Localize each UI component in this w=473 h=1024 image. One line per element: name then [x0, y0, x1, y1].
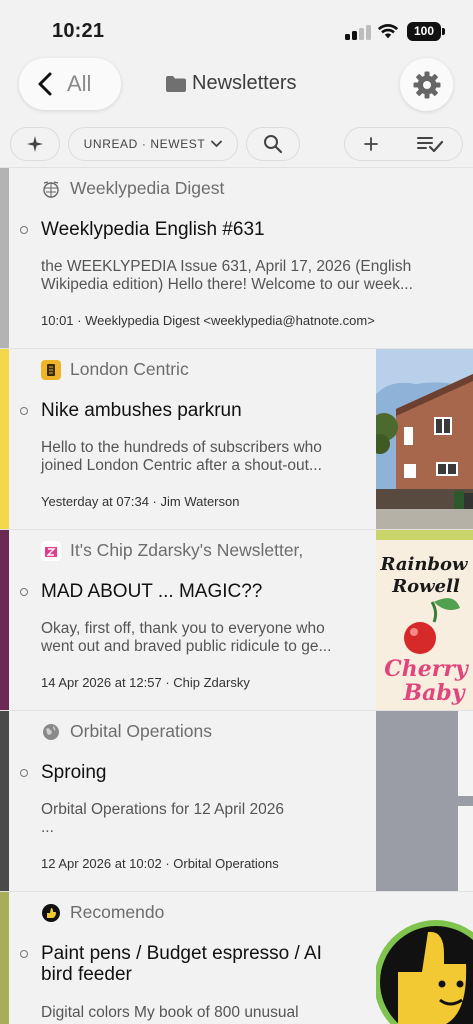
page-title-text: Newsletters — [192, 72, 297, 94]
page-title: Newsletters — [166, 72, 296, 95]
book-cover-author-word: Rowell — [391, 576, 460, 597]
item-title: Paint pens / Budget espresso / AI bird f… — [41, 943, 371, 985]
globe-icon — [41, 722, 61, 742]
back-button[interactable]: All — [19, 58, 121, 110]
wifi-icon — [377, 24, 399, 39]
chevron-down-icon — [211, 140, 223, 148]
item-source-name: Recomendo — [70, 902, 165, 922]
search-icon — [264, 135, 283, 154]
item-thumbnail-graphic — [376, 711, 473, 891]
list-item[interactable]: Weeklypedia Digest Weeklypedia English #… — [0, 167, 473, 348]
item-snippet-line: Orbital Operations for 12 April 2026 — [41, 801, 284, 818]
item-snippet-line: ... — [41, 819, 54, 836]
item-title: Nike ambushes parkrun — [41, 400, 242, 421]
item-title: Weeklypedia English #631 — [41, 219, 265, 240]
item-meta: Yesterday at 07:34 · Jim Waterson — [41, 494, 240, 509]
gear-icon — [413, 71, 440, 98]
item-source-name: It's Chip Zdarsky's Newsletter, — [70, 540, 304, 560]
cellular-signal-icon — [345, 24, 371, 40]
unread-indicator — [20, 588, 28, 596]
item-source-name: Orbital Operations — [70, 721, 213, 741]
item-title-line: Paint pens / Budget espresso / AI — [41, 943, 322, 964]
item-title-line: bird feeder — [41, 964, 132, 985]
source-color-bar — [0, 530, 9, 710]
item-snippet-line: went out and braved public ridicule to g… — [41, 638, 332, 655]
source-color-bar — [0, 168, 9, 348]
item-snippet: Digital colors My book of 800 unusual — [41, 1004, 371, 1022]
item-snippet-line: Okay, first off, thank you to everyone w… — [41, 620, 325, 637]
item-snippet-line: Digital colors My book of 800 unusual — [41, 1004, 299, 1021]
source-color-bar — [0, 349, 9, 529]
weeklypedia-logo-icon — [41, 179, 61, 199]
battery-tip — [442, 28, 445, 35]
list-item[interactable]: It's Chip Zdarsky's Newsletter, MAD ABOU… — [0, 529, 473, 710]
item-snippet: Orbital Operations for 12 April 2026 ... — [41, 801, 371, 837]
item-source: London Centric — [41, 359, 189, 380]
source-color-bar — [0, 892, 9, 1024]
book-cover-title-word: Cherry — [384, 656, 470, 682]
filter-toolbar: UNREAD · NEWEST — [0, 127, 473, 163]
battery-indicator: 100 — [407, 22, 441, 41]
item-meta: 10:01 · Weeklypedia Digest <weeklypedia@… — [41, 313, 375, 328]
item-source: Weeklypedia Digest — [41, 178, 224, 199]
item-snippet-line: Wikipedia edition) Hello there! Welcome … — [41, 276, 413, 293]
status-bar: 10:21 100 — [0, 0, 473, 56]
unread-indicator — [20, 226, 28, 234]
unread-indicator — [20, 950, 28, 958]
item-snippet: the WEEKLYPEDIA Issue 631, April 17, 202… — [41, 258, 461, 294]
list-item[interactable]: Recomendo Paint pens / Budget espresso /… — [0, 891, 473, 1024]
navigation-bar: All Newsletters — [0, 56, 473, 118]
item-source: Recomendo — [41, 902, 164, 923]
chevron-left-icon — [38, 72, 52, 96]
sparkle-icon — [27, 136, 43, 152]
item-meta: 14 Apr 2026 at 12:57 · Chip Zdarsky — [41, 675, 250, 690]
item-thumbnail-logo — [376, 892, 473, 1024]
item-snippet-line: joined London Centric after a shout-out.… — [41, 457, 322, 474]
search-button[interactable] — [246, 127, 300, 161]
unread-indicator — [20, 407, 28, 415]
list-item[interactable]: Orbital Operations Sproing Orbital Opera… — [0, 710, 473, 891]
status-time: 10:21 — [52, 20, 105, 42]
actions-group — [344, 127, 463, 161]
london-centric-logo-icon — [41, 359, 61, 380]
item-snippet: Hello to the hundreds of subscribers who… — [41, 439, 371, 475]
item-meta: 12 Apr 2026 at 10:02 · Orbital Operation… — [41, 856, 279, 871]
item-snippet-line: the WEEKLYPEDIA Issue 631, April 17, 202… — [41, 258, 412, 275]
book-cover-title-word: Baby — [402, 680, 466, 706]
item-source: Orbital Operations — [41, 721, 212, 742]
sort-filter-label: UNREAD · NEWEST — [83, 137, 206, 151]
add-icon[interactable] — [363, 136, 379, 152]
thumbs-up-icon — [41, 903, 61, 923]
unread-indicator — [20, 769, 28, 777]
item-snippet-line: Hello to the hundreds of subscribers who — [41, 439, 322, 456]
item-thumbnail-book-cover: Rainbow Rowell Cherry Baby — [376, 530, 473, 710]
chip-zdarsky-logo-icon — [41, 540, 61, 561]
list-item[interactable]: London Centric Nike ambushes parkrun Hel… — [0, 348, 473, 529]
mark-all-read-icon[interactable] — [416, 135, 444, 153]
ai-summary-button[interactable] — [10, 127, 60, 161]
item-source: It's Chip Zdarsky's Newsletter, — [41, 540, 303, 561]
item-source-name: Weeklypedia Digest — [70, 178, 225, 198]
back-label: All — [67, 71, 92, 96]
newsletter-list: Weeklypedia Digest Weeklypedia English #… — [0, 167, 473, 1024]
book-cover-title-word: Rainbow — [379, 554, 469, 575]
item-snippet: Okay, first off, thank you to everyone w… — [41, 620, 371, 656]
item-source-name: London Centric — [70, 359, 189, 379]
source-color-bar — [0, 711, 9, 891]
settings-button[interactable] — [400, 58, 453, 111]
sort-filter-dropdown[interactable]: UNREAD · NEWEST — [68, 127, 238, 161]
folder-icon — [166, 75, 186, 92]
item-title: Sproing — [41, 762, 107, 783]
item-thumbnail-photo — [376, 349, 473, 529]
item-title: MAD ABOUT ... MAGIC?? — [41, 581, 263, 602]
